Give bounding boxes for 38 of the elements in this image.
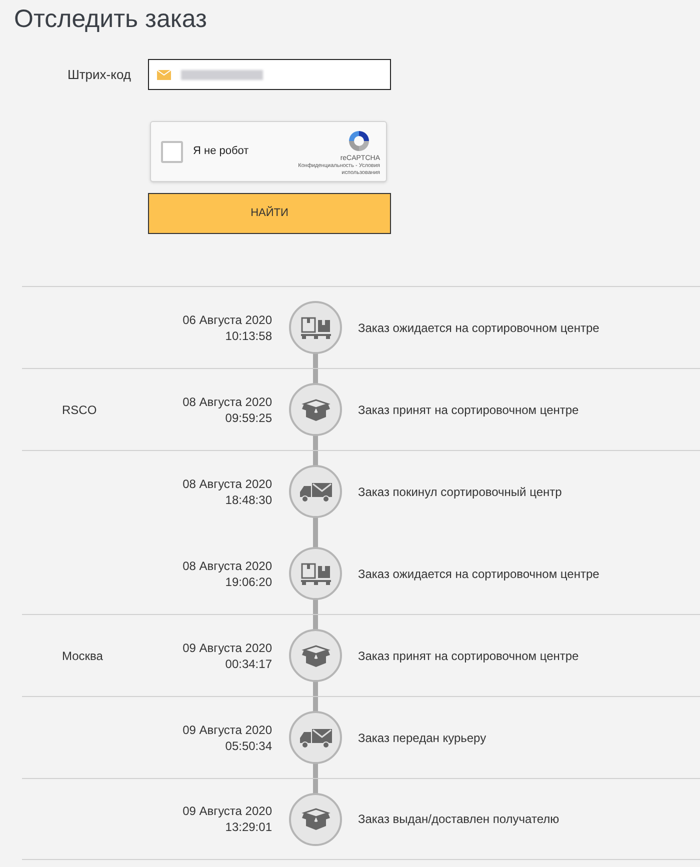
event-status: Заказ передан курьеру (358, 730, 486, 746)
location-text: RSCO (62, 402, 97, 416)
box-icon (300, 642, 330, 668)
event-date: 06 Августа 2020 (182, 312, 272, 328)
envelope-icon (157, 70, 171, 80)
event-status: Заказ принят на сортировочном центре (358, 402, 579, 418)
event-status: Заказ ожидается на сортировочном центре (358, 566, 600, 582)
truck-icon (298, 480, 332, 502)
truck-icon (298, 726, 332, 748)
box-icon (300, 396, 330, 422)
event-time: 13:29:01 (225, 819, 272, 835)
event-date: 09 Августа 2020 (182, 640, 272, 656)
recaptcha-logo-icon (346, 128, 372, 154)
event-time: 10:13:58 (225, 328, 272, 344)
pallet-boxes-icon (300, 562, 332, 586)
captcha-checkbox[interactable] (161, 140, 183, 162)
event-date: 08 Августа 2020 (182, 394, 272, 410)
event-status: Заказ ожидается на сортировочном центре (358, 320, 600, 336)
field-label: Штрих-код (67, 66, 131, 82)
event-date: 09 Августа 2020 (182, 803, 272, 819)
search-button[interactable]: НАЙТИ (148, 193, 391, 234)
event-status: Заказ принят на сортировочном центре (358, 648, 579, 664)
event-time: 18:48:30 (225, 492, 272, 508)
event-time: 00:34:17 (225, 656, 272, 672)
event-time: 19:06:20 (225, 574, 272, 590)
event-date: 08 Августа 2020 (182, 476, 272, 492)
barcode-field[interactable] (148, 59, 391, 90)
event-date: 09 Августа 2020 (182, 722, 272, 738)
captcha-label: Я не робот (193, 144, 249, 160)
event-date: 08 Августа 2020 (182, 558, 272, 574)
pallet-boxes-icon (300, 316, 332, 340)
box-icon (300, 806, 330, 832)
event-status: Заказ покинул сортировочный центр (358, 484, 562, 500)
event-time: 09:59:25 (225, 410, 272, 426)
page-title: Отследить заказ (13, 4, 208, 34)
event-time: 05:50:34 (225, 738, 272, 754)
location-text: Москва (62, 648, 103, 662)
event-status: Заказ выдан/доставлен получателю (358, 811, 560, 828)
